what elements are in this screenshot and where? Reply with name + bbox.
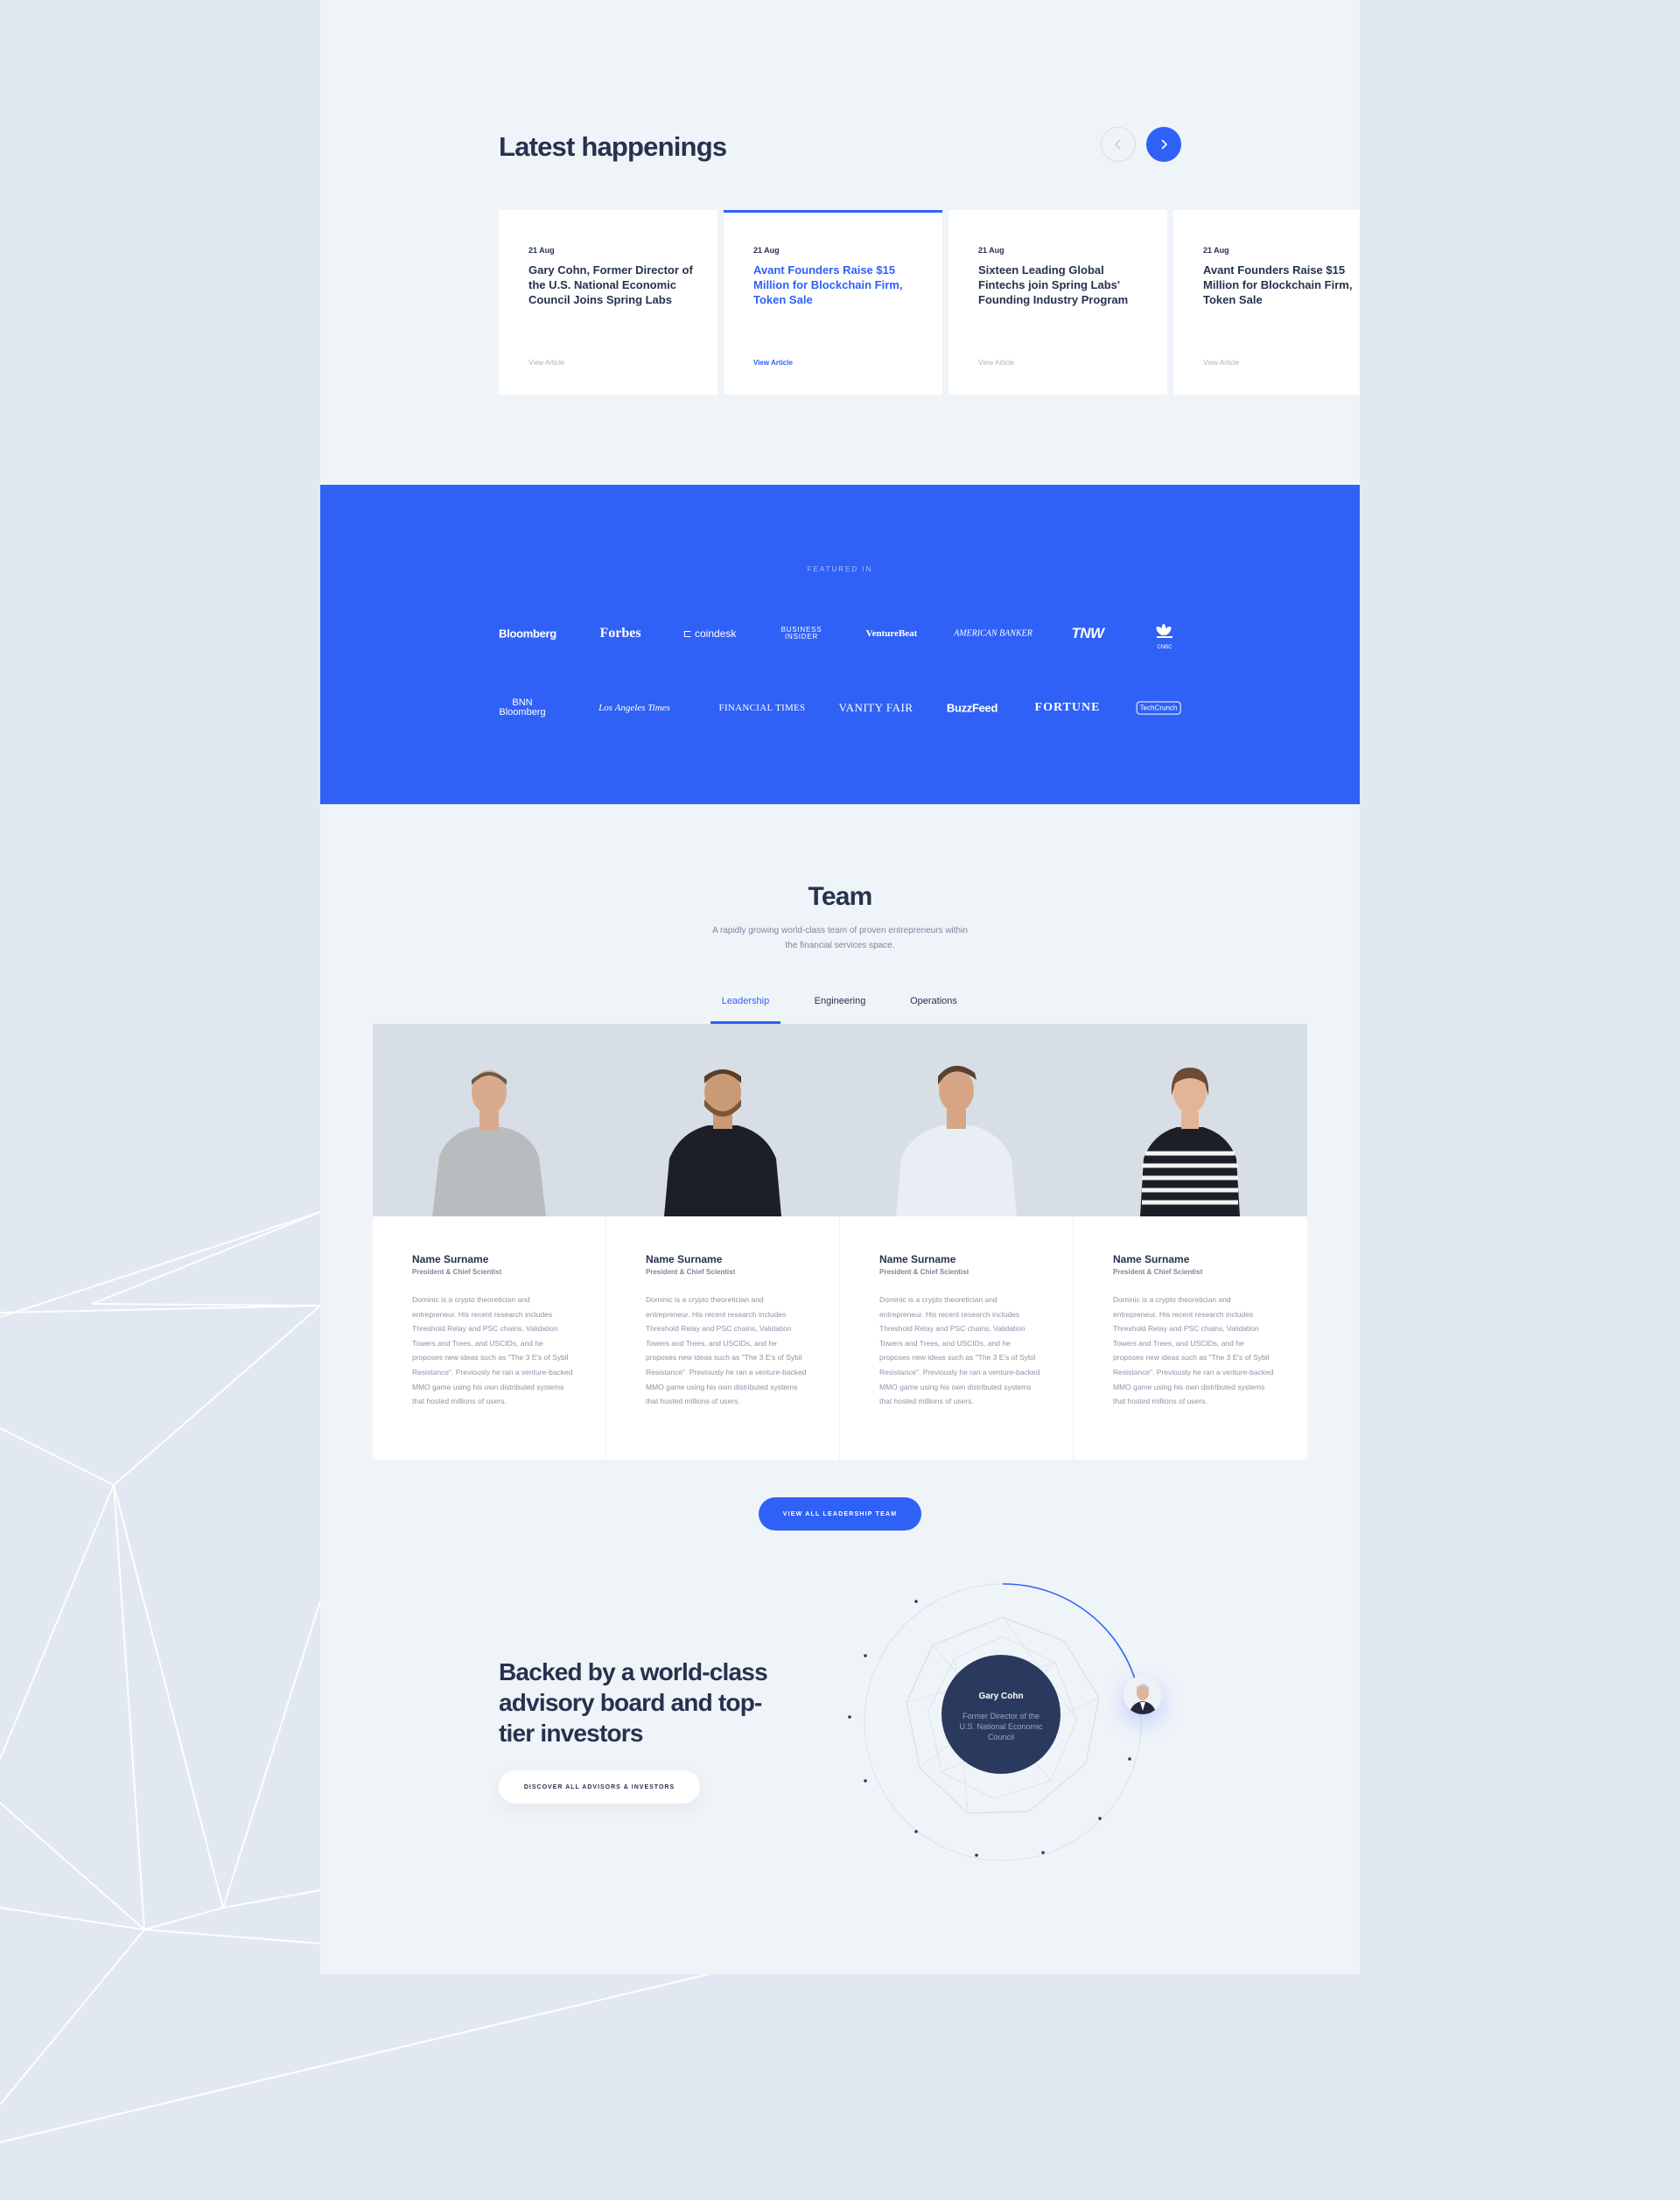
member-name: Name Surname: [646, 1253, 723, 1265]
team-grid: Name Surname President & Chief Scientist…: [373, 1024, 1307, 1460]
view-article-link[interactable]: View Article: [753, 359, 793, 367]
team-photo-4: [1140, 1068, 1240, 1216]
view-article-link[interactable]: View Article: [1203, 359, 1239, 367]
tab-operations[interactable]: Operations: [910, 996, 957, 1006]
team-photo-band: [373, 1024, 1307, 1216]
team-photo-3: [896, 1065, 1017, 1216]
news-card[interactable]: 21 Aug Avant Founders Raise $15 Million …: [724, 210, 942, 395]
news-card-title[interactable]: Gary Cohn, Former Director of the U.S. N…: [528, 263, 695, 307]
news-card-date: 21 Aug: [978, 246, 1004, 255]
logo-american-banker: AMERICAN BANKER: [954, 628, 1032, 639]
coindesk-wordmark: coindesk: [695, 627, 737, 640]
team-member-card: Name Surname President & Chief Scientist…: [373, 1216, 606, 1460]
advisory-title: Backed by a world-class advisory board a…: [499, 1658, 768, 1747]
logo-business-insider: BUSINESS INSIDER: [780, 626, 822, 641]
view-article-link[interactable]: View Article: [528, 359, 564, 367]
tab-engineering[interactable]: Engineering: [815, 996, 866, 1006]
member-role: President & Chief Scientist: [412, 1268, 502, 1276]
logo-tnw: TNW: [1071, 625, 1104, 641]
news-card-title[interactable]: Sixteen Leading Global Fintechs join Spr…: [978, 263, 1144, 307]
team-member-card: Name Surname President & Chief Scientist…: [1074, 1216, 1307, 1460]
chevron-right-icon: [1161, 139, 1168, 150]
team-member-card: Name Surname President & Chief Scientist…: [606, 1216, 840, 1460]
member-role: President & Chief Scientist: [646, 1268, 736, 1276]
logo-bnn-bloomberg: BNN Bloomberg: [499, 697, 546, 718]
featured-advisor-name: Gary Cohn: [978, 1692, 1024, 1701]
team-photo-2: [664, 1069, 781, 1216]
page-content: Latest happenings 21 Aug Gary Cohn, Form…: [320, 0, 1360, 1974]
member-name: Name Surname: [412, 1253, 489, 1265]
featured-in-label: FEATURED IN: [807, 565, 873, 573]
member-role: President & Chief Scientist: [879, 1268, 970, 1276]
news-card-title[interactable]: Avant Founders Raise $15 Million for Blo…: [1203, 263, 1360, 307]
view-article-link[interactable]: View Article: [978, 359, 1014, 367]
news-card-date: 21 Aug: [528, 246, 555, 255]
logo-la-times: Los Angeles Times: [598, 703, 670, 713]
member-bio: Dominic is a crypto theoretician and ent…: [1113, 1295, 1274, 1406]
cnbc-peacock-icon: [1156, 624, 1172, 638]
logo-vanity-fair: VANITY FAIR: [838, 701, 914, 714]
news-card[interactable]: 21 Aug Avant Founders Raise $15 Million …: [1173, 210, 1360, 395]
featured-advisor-role: Former Director of the U.S. National Eco…: [959, 1712, 1043, 1741]
news-card[interactable]: 21 Aug Gary Cohn, Former Director of the…: [499, 210, 718, 395]
member-name: Name Surname: [1113, 1253, 1190, 1265]
news-card[interactable]: 21 Aug Sixteen Leading Global Fintechs j…: [948, 210, 1167, 395]
logo-buzzfeed: BuzzFeed: [946, 701, 998, 715]
featured-advisor-circle: Gary Cohn Former Director of the U.S. Na…: [942, 1655, 1060, 1774]
advisor-portrait: [1124, 1676, 1162, 1714]
news-card-title[interactable]: Avant Founders Raise $15 Million for Blo…: [753, 263, 920, 307]
logo-bloomberg: Bloomberg: [499, 627, 556, 641]
member-role: President & Chief Scientist: [1113, 1268, 1203, 1276]
view-all-leadership-button[interactable]: VIEW ALL LEADERSHIP TEAM: [759, 1497, 921, 1531]
featured-in-section: FEATURED IN Bloomberg Forbes ⊏ coindesk …: [320, 485, 1360, 804]
cnbc-wordmark: CNBC: [1157, 645, 1172, 650]
team-subtitle: A rapidly growing world-class team of pr…: [712, 926, 968, 950]
chevron-left-icon: [1114, 139, 1121, 150]
news-section-title: Latest happenings: [499, 131, 727, 162]
logo-financial-times: FINANCIAL TIMES: [718, 703, 806, 713]
logo-coindesk: ⊏ coindesk: [683, 627, 737, 640]
member-name: Name Surname: [879, 1253, 956, 1265]
news-carousel: 21 Aug Gary Cohn, Former Director of the…: [499, 210, 1360, 395]
member-bio: Dominic is a crypto theoretician and ent…: [412, 1295, 573, 1406]
logo-techcrunch: TechCrunch: [1136, 701, 1181, 715]
member-bio: Dominic is a crypto theoretician and ent…: [646, 1295, 807, 1406]
coindesk-mark-icon: ⊏: [682, 627, 696, 640]
advisor-avatar[interactable]: [1124, 1676, 1162, 1714]
logo-forbes: Forbes: [599, 626, 641, 641]
news-card-date: 21 Aug: [1203, 246, 1229, 255]
logo-venturebeat: VentureBeat: [865, 628, 918, 639]
team-title: Team: [808, 882, 873, 911]
tab-leadership[interactable]: Leadership: [722, 996, 769, 1006]
discover-advisors-button[interactable]: DISCOVER ALL ADVISORS & INVESTORS: [499, 1770, 700, 1804]
news-card-date: 21 Aug: [753, 246, 780, 255]
carousel-prev-button[interactable]: [1101, 127, 1136, 162]
team-member-card: Name Surname President & Chief Scientist…: [840, 1216, 1074, 1460]
logo-fortune: FORTUNE: [1034, 701, 1101, 714]
team-photo-1: [432, 1070, 546, 1216]
member-bio: Dominic is a crypto theoretician and ent…: [879, 1295, 1040, 1406]
logo-cnbc: CNBC: [1152, 623, 1178, 650]
carousel-next-button[interactable]: [1146, 127, 1181, 162]
